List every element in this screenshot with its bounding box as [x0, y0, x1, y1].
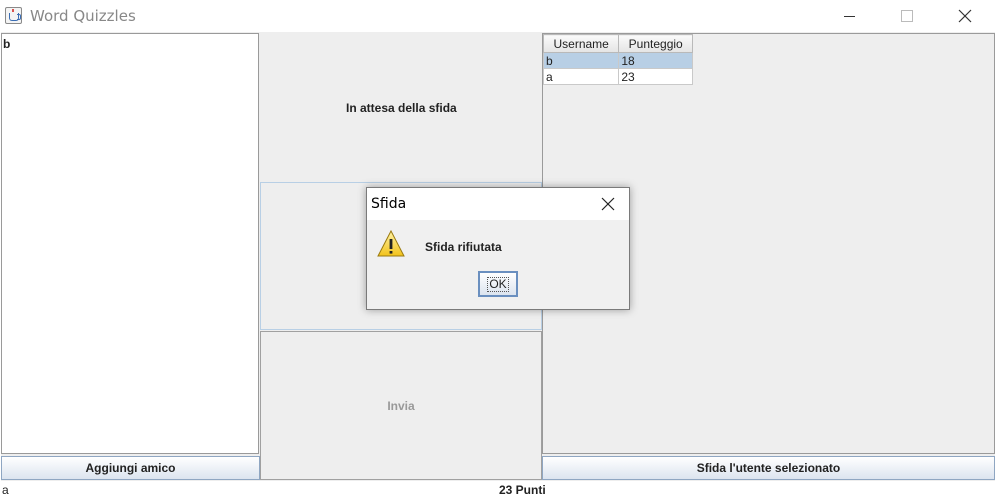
- status-bar: [0, 481, 996, 498]
- current-user-label: a: [2, 483, 9, 497]
- friend-list-item[interactable]: b: [3, 37, 10, 51]
- challenge-dialog: Sfida Sfida rifiutata OK: [366, 187, 630, 310]
- friend-list[interactable]: b: [1, 33, 259, 454]
- warning-icon: [377, 229, 405, 257]
- add-friend-button[interactable]: Aggiungi amico: [1, 456, 260, 480]
- challenge-selected-user-button[interactable]: Sfida l'utente selezionato: [542, 456, 995, 480]
- dialog-title: Sfida: [371, 196, 407, 212]
- table-row[interactable]: a 23: [542, 68, 693, 85]
- close-icon: [958, 9, 972, 23]
- ok-button-label: OK: [487, 276, 509, 292]
- maximize-icon: [901, 10, 913, 22]
- close-icon: [601, 197, 615, 211]
- ranking-table[interactable]: Username Punteggio b 18 a 23: [542, 34, 693, 85]
- window-title: Word Quizzles: [30, 7, 136, 25]
- close-window-button[interactable]: [936, 0, 994, 32]
- row-username[interactable]: b: [542, 52, 620, 69]
- dialog-titlebar[interactable]: [367, 188, 629, 220]
- minimize-icon: [843, 15, 855, 17]
- send-button[interactable]: Invia: [260, 331, 542, 480]
- maximize-button[interactable]: [878, 0, 936, 32]
- row-score[interactable]: 23: [618, 68, 693, 85]
- dialog-close-button[interactable]: [593, 190, 623, 218]
- minimize-button[interactable]: [820, 0, 878, 32]
- send-label: Invia: [387, 398, 415, 413]
- points-label: 23 Punti: [499, 483, 546, 497]
- table-row[interactable]: b 18: [542, 52, 693, 69]
- dialog-message: Sfida rifiutata: [425, 240, 502, 254]
- column-header-username[interactable]: Username: [542, 34, 620, 53]
- challenge-status-text: In attesa della sfida: [346, 101, 457, 115]
- ok-button[interactable]: OK: [478, 271, 518, 297]
- row-score[interactable]: 18: [618, 52, 693, 69]
- java-app-icon: [5, 7, 22, 24]
- row-username[interactable]: a: [542, 68, 620, 85]
- column-header-score[interactable]: Punteggio: [618, 34, 693, 53]
